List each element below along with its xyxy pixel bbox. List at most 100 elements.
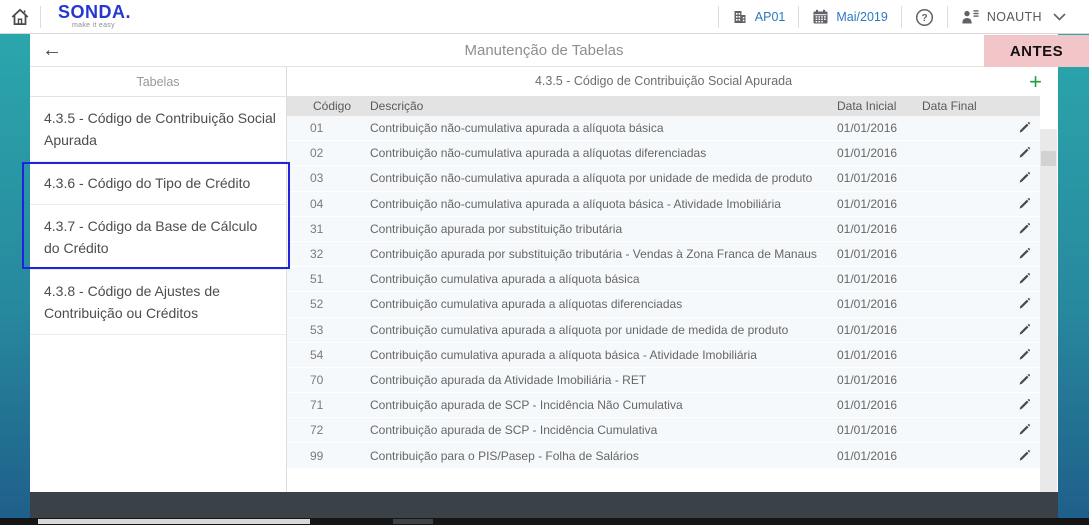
page-title: Manutenção de Tabelas xyxy=(30,34,1058,67)
row-descricao: Contribuição não-cumulativa apurada a al… xyxy=(370,121,832,135)
edit-row-button[interactable] xyxy=(1007,398,1040,412)
top-bar: SONDA. make it easy AP01 Mai/2019 ? xyxy=(0,0,1089,34)
edit-row-button[interactable] xyxy=(1007,449,1040,463)
row-descricao: Contribuição apurada de SCP - Incidência… xyxy=(370,398,832,412)
add-record-button[interactable]: + xyxy=(1029,69,1042,95)
edit-row-button[interactable] xyxy=(1007,272,1040,286)
table-row: 70 Contribuição apurada da Atividade Imo… xyxy=(287,368,1040,393)
edit-row-button[interactable] xyxy=(1007,348,1040,362)
row-data-inicial: 01/01/2016 xyxy=(832,348,922,362)
column-header-data-inicial: Data Inicial xyxy=(832,96,922,116)
chevron-down-icon xyxy=(1053,13,1066,21)
row-data-inicial: 01/01/2016 xyxy=(832,121,922,135)
sidebar-item[interactable]: 4.3.6 - Código do Tipo de Crédito xyxy=(30,162,286,205)
row-codigo: 71 xyxy=(287,398,370,412)
row-descricao: Contribuição apurada de SCP - Incidência… xyxy=(370,423,832,437)
row-data-inicial: 01/01/2016 xyxy=(832,197,922,211)
home-icon xyxy=(9,6,31,28)
row-codigo: 70 xyxy=(287,373,370,387)
building-icon xyxy=(732,9,748,25)
period-selector[interactable]: Mai/2019 xyxy=(799,9,900,25)
pencil-icon xyxy=(1017,222,1031,236)
column-header-descricao: Descrição xyxy=(370,96,832,116)
calendar-icon xyxy=(812,9,829,25)
table-row: 02 Contribuição não-cumulativa apurada a… xyxy=(287,141,1040,166)
edit-row-button[interactable] xyxy=(1007,121,1040,135)
row-descricao: Contribuição apurada da Atividade Imobil… xyxy=(370,373,832,387)
row-data-inicial: 01/01/2016 xyxy=(832,146,922,160)
vertical-scrollbar-thumb[interactable] xyxy=(1041,151,1056,166)
sidebar-list: 4.3.5 - Código de Contribuição Social Ap… xyxy=(30,97,286,335)
pencil-icon xyxy=(1017,197,1031,211)
user-menu[interactable]: NOAUTH xyxy=(948,9,1079,25)
row-data-inicial: 01/01/2016 xyxy=(832,449,922,463)
edit-row-button[interactable] xyxy=(1007,247,1040,261)
horizontal-scrollbar[interactable] xyxy=(0,518,1089,525)
edit-row-button[interactable] xyxy=(1007,171,1040,185)
row-descricao: Contribuição cumulativa apurada a alíquo… xyxy=(370,272,832,286)
edit-row-button[interactable] xyxy=(1007,423,1040,437)
edit-row-button[interactable] xyxy=(1007,146,1040,160)
horizontal-scrollbar-thumb[interactable] xyxy=(38,519,310,524)
pencil-icon xyxy=(1017,449,1031,463)
pencil-icon xyxy=(1017,348,1031,362)
nav-row: ← Manutenção de Tabelas xyxy=(30,34,1058,67)
logo-tagline: make it easy xyxy=(72,22,131,29)
sidebar-item[interactable]: 4.3.8 - Código de Ajustes de Contribuiçã… xyxy=(30,270,286,335)
pencil-icon xyxy=(1017,247,1031,261)
pencil-icon xyxy=(1017,171,1031,185)
table-row: 71 Contribuição apurada de SCP - Incidên… xyxy=(287,393,1040,418)
row-data-inicial: 01/01/2016 xyxy=(832,272,922,286)
table-row: 31 Contribuição apurada por substituição… xyxy=(287,217,1040,242)
org-code-label: AP01 xyxy=(755,10,786,24)
table-row: 54 Contribuição cumulativa apurada a alí… xyxy=(287,343,1040,368)
main-panel: 4.3.5 - Código de Contribuição Social Ap… xyxy=(287,67,1058,492)
table-row: 53 Contribuição cumulativa apurada a alí… xyxy=(287,318,1040,343)
table-row: 04 Contribuição não-cumulativa apurada a… xyxy=(287,192,1040,217)
table-row: 01 Contribuição não-cumulativa apurada a… xyxy=(287,116,1040,141)
username-label: NOAUTH xyxy=(987,10,1042,24)
edit-row-button[interactable] xyxy=(1007,297,1040,311)
help-button[interactable]: ? xyxy=(902,8,947,27)
home-button[interactable] xyxy=(7,5,33,29)
table-body: 01 Contribuição não-cumulativa apurada a… xyxy=(287,116,1040,469)
edit-row-button[interactable] xyxy=(1007,323,1040,337)
row-descricao: Contribuição cumulativa apurada a alíquo… xyxy=(370,323,832,337)
screen: SONDA. make it easy AP01 Mai/2019 ? xyxy=(0,0,1089,525)
footer-bar xyxy=(30,492,1058,518)
row-descricao: Contribuição cumulativa apurada a alíquo… xyxy=(370,297,832,311)
sidebar-item[interactable]: 4.3.7 - Código da Base de Cálculo do Cré… xyxy=(30,205,286,270)
pencil-icon xyxy=(1017,272,1031,286)
row-descricao: Contribuição não-cumulativa apurada a al… xyxy=(370,197,832,211)
row-data-inicial: 01/01/2016 xyxy=(832,222,922,236)
row-descricao: Contribuição não-cumulativa apurada a al… xyxy=(370,171,832,185)
edit-row-button[interactable] xyxy=(1007,373,1040,387)
column-header-codigo: Código xyxy=(287,96,370,116)
row-codigo: 03 xyxy=(287,171,370,185)
pencil-icon xyxy=(1017,323,1031,337)
row-codigo: 02 xyxy=(287,146,370,160)
row-data-inicial: 01/01/2016 xyxy=(832,423,922,437)
row-codigo: 99 xyxy=(287,449,370,463)
org-selector[interactable]: AP01 xyxy=(719,9,799,25)
row-codigo: 31 xyxy=(287,222,370,236)
pencil-icon xyxy=(1017,146,1031,160)
vertical-scrollbar[interactable] xyxy=(1040,129,1057,525)
row-codigo: 04 xyxy=(287,197,370,211)
horizontal-scrollbar-segment xyxy=(393,519,433,524)
table-row: 99 Contribuição para o PIS/Pasep - Folha… xyxy=(287,443,1040,468)
table-row: 52 Contribuição cumulativa apurada a alí… xyxy=(287,292,1040,317)
table-row: 51 Contribuição cumulativa apurada a alí… xyxy=(287,267,1040,292)
pencil-icon xyxy=(1017,297,1031,311)
edit-row-button[interactable] xyxy=(1007,197,1040,211)
period-label: Mai/2019 xyxy=(836,10,887,24)
row-data-inicial: 01/01/2016 xyxy=(832,398,922,412)
pencil-icon xyxy=(1017,373,1031,387)
row-data-inicial: 01/01/2016 xyxy=(832,323,922,337)
edit-row-button[interactable] xyxy=(1007,222,1040,236)
divider xyxy=(40,6,41,28)
row-codigo: 32 xyxy=(287,247,370,261)
sidebar-item[interactable]: 4.3.5 - Código de Contribuição Social Ap… xyxy=(30,97,286,162)
row-descricao: Contribuição apurada por substituição tr… xyxy=(370,247,832,261)
table-row: 72 Contribuição apurada de SCP - Incidên… xyxy=(287,418,1040,443)
